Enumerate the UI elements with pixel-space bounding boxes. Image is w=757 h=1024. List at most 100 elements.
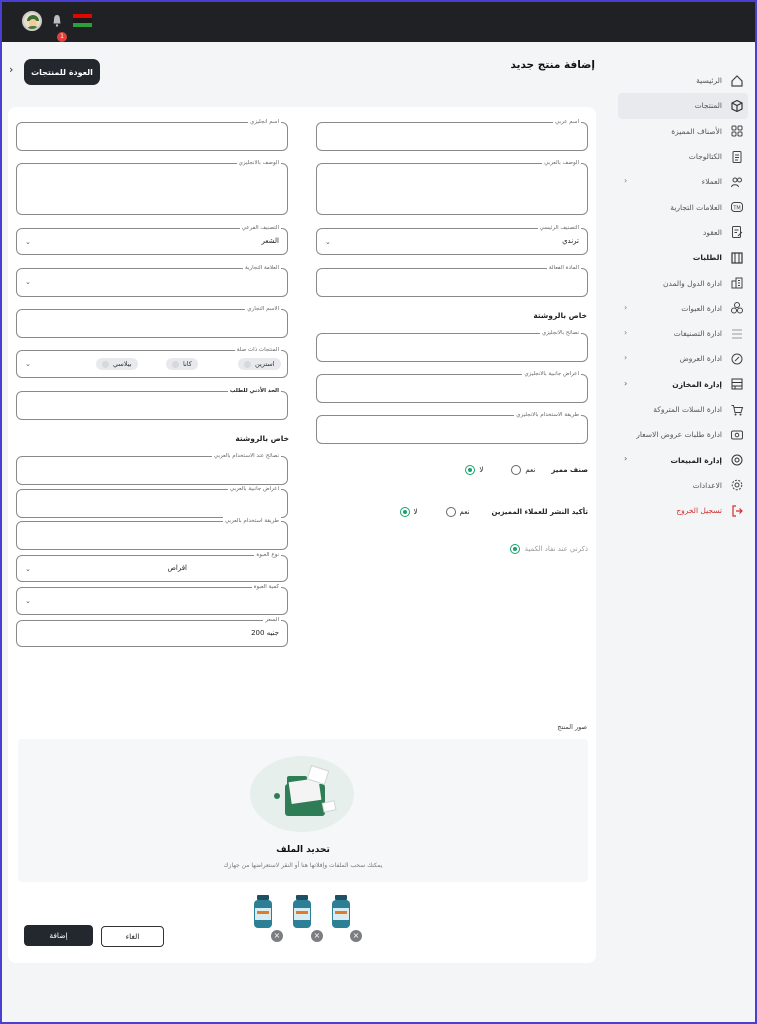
close-icon[interactable] (172, 360, 179, 368)
related-chip-2[interactable]: كانا (166, 358, 198, 370)
bell-icon[interactable] (52, 14, 62, 28)
remind-out-of-stock-label: ذكرني عند نفاد الكمية (524, 545, 588, 553)
package-type-value: اقراص (167, 564, 187, 572)
package-qty-select[interactable]: كمية العبوة ⌄ (16, 583, 288, 615)
category-icon (730, 327, 744, 341)
featured-yes-radio[interactable] (511, 465, 522, 475)
name-en-input[interactable]: اسم انجليزي (16, 118, 288, 151)
sidebar-item-12[interactable]: إدارة المخازن › (618, 372, 748, 397)
desc-ar-input[interactable]: الوصف بالعربي (316, 159, 588, 215)
name-ar-input[interactable]: اسم عربي (316, 118, 588, 151)
sub-category-select[interactable]: التصنيف الفرعي الشعر ⌄ (16, 224, 288, 255)
back-to-products-button[interactable]: العودة للمنتجات (24, 59, 100, 85)
file-dropzone[interactable]: تحديد الملف يمكنك سحب الملفات وإفلاتها ه… (18, 739, 588, 882)
confirm-featured-label: تأكيد النشر للعملاء المميزين (491, 508, 588, 516)
sidebar-item-16[interactable]: الاعدادات (618, 473, 748, 498)
price-value: 200 جنيه (251, 629, 279, 637)
sidebar-item-15[interactable]: إدارة المبيعات › (618, 447, 748, 472)
sidebar-item-label: العقود (703, 227, 722, 237)
product-thumbnail-2[interactable] (291, 895, 313, 929)
chevron-left-icon[interactable]: › (624, 353, 627, 362)
confirm-featured-yes-radio[interactable] (445, 507, 456, 517)
sidebar-item-13[interactable]: ادارة السلات المتروكة (618, 397, 748, 422)
active-ingredient-input[interactable]: المادة الفعالة (316, 264, 588, 297)
sidebar-item-1[interactable]: المنتجات (618, 93, 748, 119)
price-input[interactable]: السعر 200 جنيه (16, 616, 288, 647)
featured-label: صنف مميز (551, 466, 588, 474)
side-effects-ar-input[interactable]: اعراض جانبية بالعربي (16, 485, 288, 518)
sidebar-item-0[interactable]: الرئيسية (618, 68, 748, 93)
chevron-down-icon: ⌄ (25, 238, 31, 246)
sidebar-item-17[interactable]: تسجيل الخروج (618, 498, 748, 523)
trade-name-input[interactable]: الاسم التجاري (16, 305, 288, 338)
name-ar-label: اسم عربي (553, 118, 581, 126)
sidebar-item-4[interactable]: العملاء › (618, 169, 748, 194)
remove-image-1-button[interactable]: × (350, 930, 362, 942)
page-title: إضافة منتج جديد (510, 59, 595, 71)
confirm-featured-no-radio[interactable] (399, 507, 410, 517)
sidebar-item-label: العملاء (701, 177, 722, 187)
add-button[interactable]: إضافة (24, 925, 93, 946)
user-avatar[interactable] (22, 11, 42, 31)
remind-out-of-stock-toggle[interactable] (509, 544, 520, 554)
sidebar-item-label: الأصناف المميزة (671, 126, 722, 136)
chevron-down-icon: ⌄ (25, 360, 31, 368)
side-effects-en-input[interactable]: اعراض جانبية بالانجليزي (316, 370, 588, 403)
desc-en-input[interactable]: الوصف بالانجليزي (16, 159, 288, 215)
price-label: السعر (263, 616, 281, 624)
sidebar-item-9[interactable]: ادارة العبوات › (618, 296, 748, 321)
sidebar-item-2[interactable]: الأصناف المميزة (618, 119, 748, 144)
sidebar-item-label: تسجيل الخروج (676, 506, 722, 516)
sidebar-item-label: المنتجات (694, 101, 722, 111)
sidebar-item-label: الاعدادات (692, 480, 722, 490)
sidebar-item-7[interactable]: الطلبات (618, 245, 748, 270)
close-icon[interactable] (244, 360, 251, 368)
chevron-right-icon[interactable]: › (9, 63, 13, 76)
flag-icon[interactable] (73, 14, 92, 27)
sidebar-item-6[interactable]: العقود (618, 220, 748, 245)
main-category-select[interactable]: التصنيف الرئيسي ترندي ⌄ (316, 224, 588, 255)
chevron-down-icon: ⌄ (25, 565, 31, 573)
featured-no-radio[interactable] (465, 465, 476, 475)
usage-en-input[interactable]: طريقة الاستخدام بالانجليزي (316, 411, 588, 444)
chevron-left-icon[interactable]: › (624, 379, 627, 388)
remove-image-2-button[interactable]: × (311, 930, 323, 942)
chevron-left-icon[interactable]: › (624, 328, 627, 337)
contract-icon (730, 225, 744, 239)
advice-en-input[interactable]: نصائح بالانجليزي (316, 329, 588, 362)
upload-title: تحديد الملف (276, 845, 330, 855)
featured-yes-label: نعم (525, 466, 536, 474)
prescription-section-title: خاص بالروشتة (533, 311, 587, 320)
advice-ar-input[interactable]: نصائح عند الاستخدام بالعربي (16, 452, 288, 485)
related-chip-1[interactable]: استرين (238, 358, 281, 370)
sidebar-item-8[interactable]: ادارة الدول والمدن (618, 270, 748, 295)
desc-en-label: الوصف بالانجليزي (236, 159, 281, 167)
min-order-input[interactable]: الحد الأدني للطلب (16, 387, 288, 420)
product-thumbnail-3[interactable] (252, 895, 274, 929)
chevron-left-icon[interactable]: › (624, 454, 627, 463)
desc-ar-label: الوصف بالعربي (542, 159, 581, 167)
remove-image-3-button[interactable]: × (271, 930, 283, 942)
city-icon (730, 276, 744, 290)
cancel-button[interactable]: الغاء (101, 926, 164, 947)
sidebar-item-label: العلامات التجارية (670, 202, 722, 212)
brand-select[interactable]: العلامة التجارية ⌄ (16, 264, 288, 297)
product-thumbnail-1[interactable] (330, 895, 352, 929)
trademark-icon: TM (730, 200, 744, 214)
sidebar-item-10[interactable]: ادارة التصنيفات › (618, 321, 748, 346)
sidebar-item-11[interactable]: ادارة العروض › (618, 346, 748, 371)
package-qty-label: كمية العبوة (251, 583, 281, 591)
brand-label: العلامة التجارية (242, 264, 281, 272)
logout-icon (730, 504, 744, 518)
sales-icon (730, 453, 744, 467)
sidebar-item-3[interactable]: الكتالوجات (618, 144, 748, 169)
sidebar-item-5[interactable]: TM العلامات التجارية (618, 194, 748, 219)
sidebar-item-label: ادارة الدول والمدن (663, 278, 722, 288)
chevron-left-icon[interactable]: › (624, 303, 627, 312)
package-type-select[interactable]: نوع العبوة اقراص ⌄ (16, 551, 288, 582)
usage-ar-input[interactable]: طريقة استخدام بالعربي (16, 517, 288, 550)
close-icon[interactable] (102, 360, 109, 368)
sidebar-item-14[interactable]: ادارة طلبات عروض الاسعار (618, 422, 748, 447)
chevron-left-icon[interactable]: › (624, 176, 627, 185)
related-chip-3[interactable]: بيلاسي (96, 358, 138, 370)
